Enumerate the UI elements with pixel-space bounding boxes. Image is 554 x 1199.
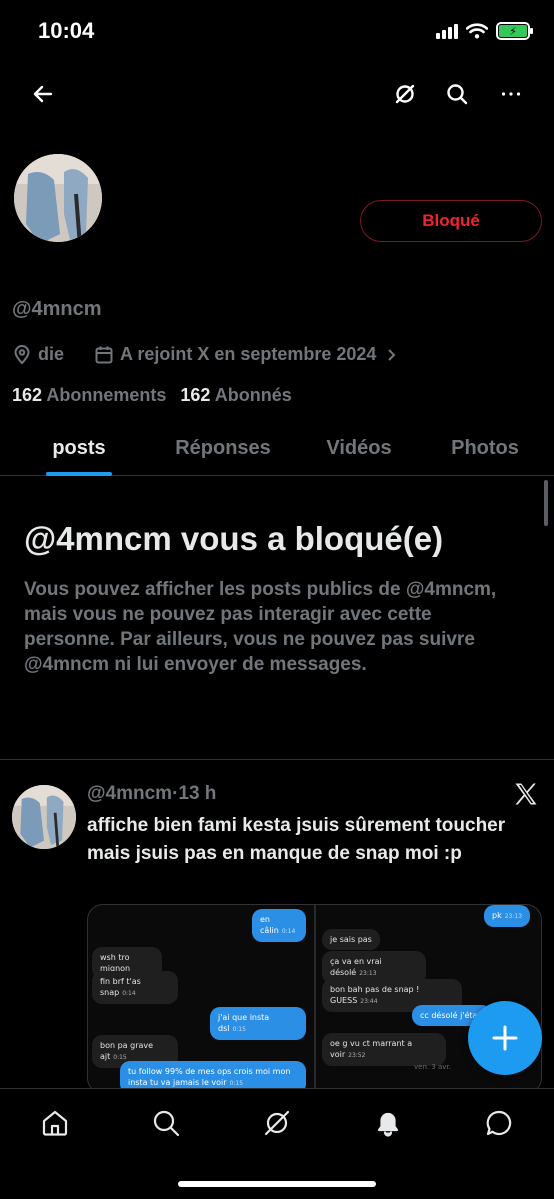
more-icon [501,92,521,96]
nav-notifications[interactable] [368,1103,408,1143]
nav-search[interactable] [146,1103,186,1143]
profile-joined: A rejoint X en septembre 2024 [120,344,377,364]
post-handle[interactable]: @4mncm [87,783,172,804]
home-indicator[interactable] [178,1181,376,1187]
nav-grok[interactable] [257,1103,297,1143]
following-count: 162 [12,385,43,405]
post-time: 13 h [178,783,217,804]
profile-tabs: posts Réponses Vidéos Photos [0,420,554,476]
chat-bubble: oe g vu ct marrant a voir 23:52 [322,1033,446,1066]
calendar-icon [95,346,113,363]
chat-bubble-time: 0:15 [232,1026,246,1033]
battery-charging-icon: ⚡ [496,22,533,40]
profile-counts: 162 Abonnements 162 Abonnés [12,385,292,406]
top-nav [0,70,554,118]
cellular-signal-icon [436,23,458,39]
divider [0,759,554,760]
profile-handle: @4mncm [12,298,102,320]
followers-link[interactable]: 162 Abonnés [180,385,291,406]
grok-button[interactable] [385,74,425,114]
following-link[interactable]: 162 Abonnements [12,385,166,406]
profile-location: die [38,344,65,364]
tab-videos[interactable]: Vidéos [288,420,430,476]
search-button[interactable] [437,74,477,114]
blocked-notice-body: Vous pouvez afficher les posts publics d… [24,579,497,675]
chat-date-note: ven. 3 avr. [414,1063,451,1071]
tab-photos[interactable]: Photos [430,420,540,476]
avatar-photo [12,785,76,849]
search-icon [153,1110,180,1137]
post-header: @4mncm·13 h [87,783,216,805]
tab-replies[interactable]: Réponses [158,420,288,476]
grok-icon [264,1110,290,1136]
scrollbar[interactable] [544,480,548,526]
chat-bubble-text: en câlin [260,915,279,935]
chat-bubble-text: oe g vu ct marrant a voir [330,1039,413,1059]
chat-bubble: j'ai que insta dsl 0:15 [210,1007,306,1040]
chat-bubble-time: 0:14 [122,990,136,997]
compose-button[interactable] [468,1001,542,1075]
chat-bubble: en câlin 0:14 [252,909,306,942]
wifi-icon [466,23,488,39]
chat-bubble-time: 23:13 [359,970,377,977]
chat-bubble-time: 0:14 [281,928,296,935]
status-time: 10:04 [38,18,95,43]
location-icon [14,344,30,364]
chat-bubble-time: 23:44 [360,998,378,1005]
post-media[interactable]: en câlin 0:14 wsh tro mignon fin brf t'as s… [87,904,542,1094]
following-label: Abonnements [46,385,167,405]
blocked-button[interactable]: Bloqué [360,200,542,242]
nav-home[interactable] [35,1103,75,1143]
home-icon [42,1110,68,1136]
notifications-icon [377,1112,399,1137]
search-icon [447,84,468,105]
chat-bubble-text: wsh tro mignon [100,953,131,973]
chat-bubble-text: tu follow 99% de mes ops crois moi mon i… [128,1067,291,1087]
more-button[interactable] [491,74,531,114]
profile-avatar[interactable] [12,152,104,244]
followers-label: Abonnés [214,385,292,405]
nav-messages[interactable] [479,1103,519,1143]
post-avatar[interactable] [12,785,76,849]
messages-icon [486,1110,512,1136]
x-logo-icon [515,783,537,805]
followers-count: 162 [180,385,211,405]
chat-screenshot-left: en câlin 0:14 wsh tro mignon fin brf t'as s… [88,905,314,1093]
chat-bubble: je sais pas [322,929,380,950]
blocked-notice-title: @4mncm vous a bloqué(e) [24,520,444,557]
status-icons: ⚡ [436,22,533,40]
avatar-photo [14,154,102,242]
chat-bubble-time: 0:15 [113,1054,127,1061]
post-text: affiche bien fami kesta jsuis sûrement t… [87,815,506,864]
chevron-right-icon[interactable] [384,347,398,363]
plus-icon [492,1025,518,1051]
chat-bubble-time: 23:52 [348,1052,366,1059]
status-bar: 10:04 ⚡ [0,0,554,66]
back-arrow-icon [33,85,53,103]
tab-posts[interactable]: posts [0,420,158,476]
chat-bubble-text: pk [492,911,502,920]
chat-bubble-text: je sais pas [330,935,372,944]
chat-bubble-time: 0:15 [229,1080,244,1087]
grok-icon [395,84,415,104]
chat-bubble-time: 23:13 [504,913,523,920]
chat-bubble: fin brf t'as snap 0:14 [92,971,178,1004]
profile-meta: die A rejoint X en septembre 2024 [12,344,398,365]
back-button[interactable] [23,74,63,114]
chat-bubble: pk 23:13 [484,905,531,927]
